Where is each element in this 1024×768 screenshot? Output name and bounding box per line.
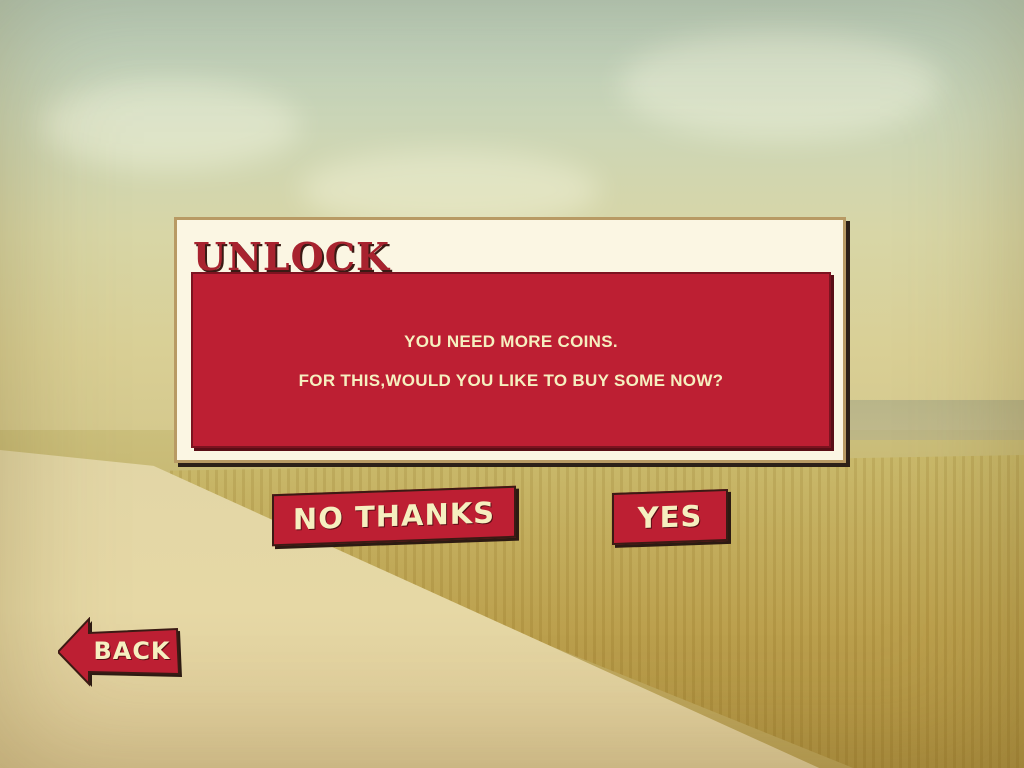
unlock-dialog: UNLOCK YOU NEED MORE COINS. FOR THIS,WOU… — [174, 217, 846, 463]
back-label: BACK — [93, 637, 171, 665]
no-thanks-button[interactable]: NO THANKS — [272, 485, 516, 547]
cloud — [620, 30, 940, 140]
distant-trees — [840, 400, 1024, 440]
yes-button[interactable]: YES — [612, 488, 728, 546]
dialog-message-panel: YOU NEED MORE COINS. FOR THIS,WOULD YOU … — [191, 272, 831, 448]
back-button[interactable]: BACK — [58, 617, 184, 687]
dialog-message-line-1: YOU NEED MORE COINS. — [404, 332, 618, 351]
cloud — [40, 80, 300, 170]
dialog-message-line-2: FOR THIS,WOULD YOU LIKE TO BUY SOME NOW? — [298, 371, 724, 390]
